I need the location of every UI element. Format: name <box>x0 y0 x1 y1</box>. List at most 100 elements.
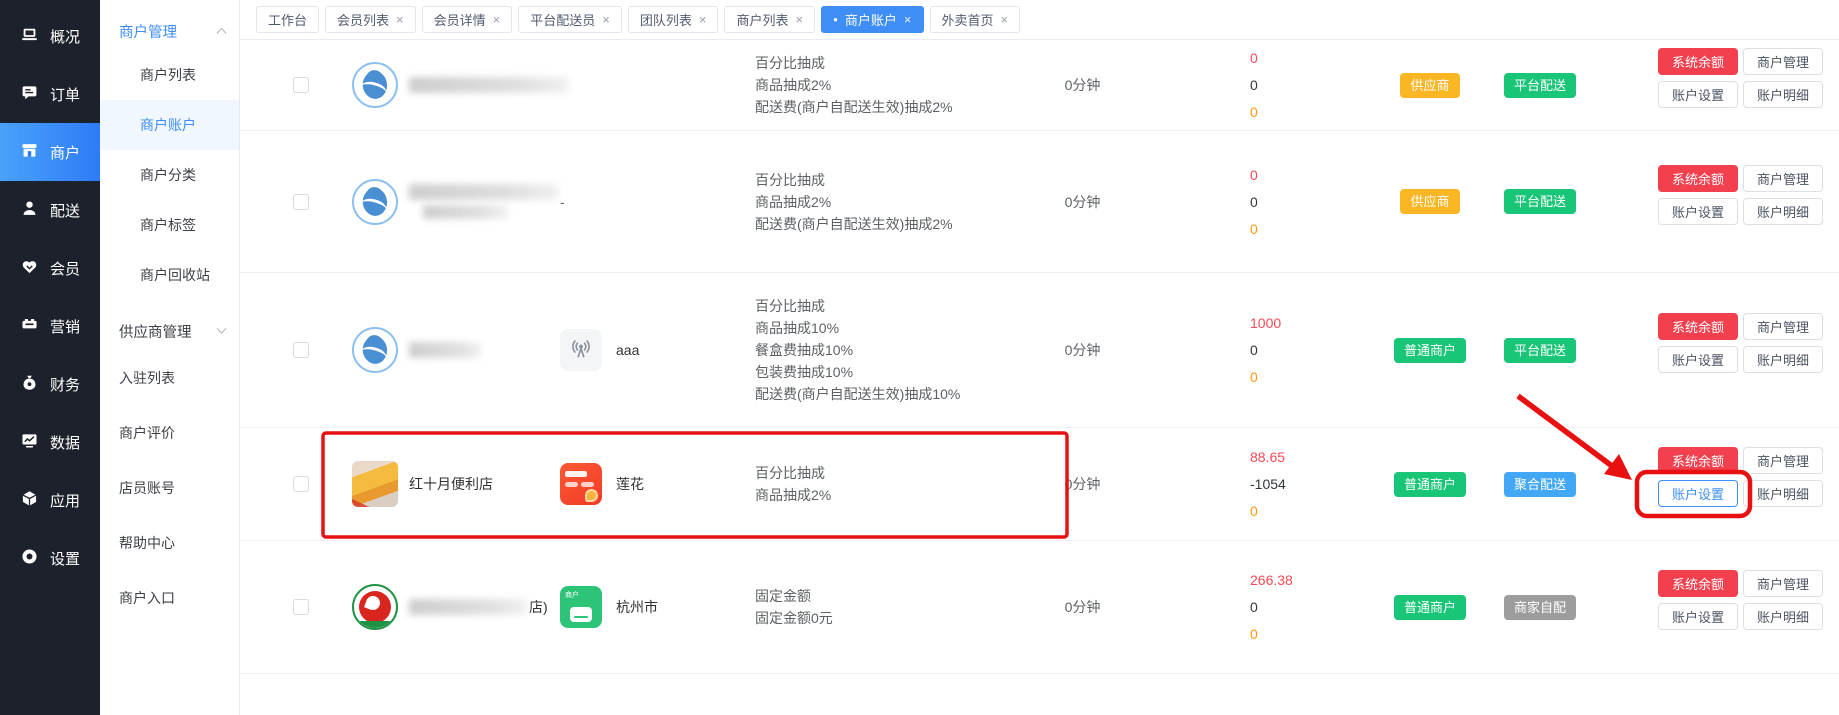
close-icon[interactable]: × <box>396 13 404 26</box>
submenu-item-label: 商户标签 <box>140 217 196 233</box>
account-detail-button[interactable]: 账户明细 <box>1743 81 1823 108</box>
merchant-manage-button[interactable]: 商户管理 <box>1743 48 1823 75</box>
sidebar-item-label: 设置 <box>50 550 81 568</box>
blurred-merchant-name <box>409 184 559 219</box>
tab-merchant-list[interactable]: 商户列表 × <box>724 6 816 33</box>
merchant-manage-button[interactable]: 商户管理 <box>1743 447 1823 474</box>
sidebar-item-marketing[interactable]: 营销 <box>0 297 100 355</box>
submenu-item-merchant-list[interactable]: 商户列表 <box>100 50 239 100</box>
row-checkbox[interactable] <box>293 193 309 210</box>
sidebar-item-label: 概况 <box>50 28 81 46</box>
system-balance-button[interactable]: 系统余额 <box>1658 48 1738 75</box>
row-checkbox[interactable] <box>293 476 309 492</box>
sidebar-item-data[interactable]: 数据 <box>0 413 100 471</box>
sidebar-item-merchant[interactable]: 商户 <box>0 123 100 181</box>
account-detail-button[interactable]: 账户明细 <box>1743 603 1823 630</box>
account-settings-button[interactable]: 账户设置 <box>1658 81 1738 108</box>
merchant-avatar <box>352 584 398 630</box>
sidebar-item-orders[interactable]: 订单 <box>0 65 100 123</box>
submenu-group-supplier[interactable]: 供应商管理 <box>100 300 239 350</box>
system-balance-button[interactable]: 系统余额 <box>1658 447 1738 474</box>
system-balance-button[interactable]: 系统余额 <box>1658 164 1738 192</box>
sidebar-item-apps[interactable]: 应用 <box>0 471 100 529</box>
merchant-type-badge: 普通商户 <box>1393 471 1466 497</box>
close-icon[interactable]: × <box>1001 13 1009 26</box>
account-detail-button[interactable]: 账户明细 <box>1743 346 1823 373</box>
row-checkbox[interactable] <box>293 77 309 93</box>
storefront-icon <box>21 142 38 163</box>
person-icon <box>21 200 38 221</box>
close-icon[interactable]: × <box>795 13 803 26</box>
balance-red: 1000 <box>1250 315 1282 331</box>
submenu-item-clerk-account[interactable]: 店员账号 <box>100 460 239 515</box>
commission-line: 固定金额0元 <box>755 610 833 626</box>
tab-member-list[interactable]: 会员列表 × <box>325 6 416 33</box>
merchant-manage-button[interactable]: 商户管理 <box>1743 164 1823 192</box>
sidebar-item-overview[interactable]: 概况 <box>0 7 100 65</box>
submenu-item-merchant-account[interactable]: 商户账户 <box>100 100 239 150</box>
merchant-type-badge: 普通商户 <box>1393 337 1466 363</box>
balance-dark: 0 <box>1250 77 1258 93</box>
close-icon[interactable]: × <box>904 13 912 26</box>
commission-line: 商品抽成2% <box>755 193 832 210</box>
account-detail-button[interactable]: 账户明细 <box>1743 480 1823 507</box>
submenu-item-label: 商户评价 <box>119 424 175 441</box>
delivery-type-badge: 平台配送 <box>1503 72 1576 98</box>
heart-badge-icon <box>21 258 38 279</box>
submenu-item-help-center[interactable]: 帮助中心 <box>100 515 239 570</box>
submenu-item-merchant-entry[interactable]: 商户入口 <box>100 570 239 625</box>
submenu-item-merchant-tag[interactable]: 商户标签 <box>100 200 239 250</box>
tab-platform-courier[interactable]: 平台配送员 × <box>518 6 622 33</box>
balance-cell: 88.65 -1054 0 <box>1165 449 1370 519</box>
merchant-avatar <box>352 327 398 373</box>
system-balance-button[interactable]: 系统余额 <box>1658 313 1738 340</box>
merchant-avatar <box>352 461 398 507</box>
balance-cell: 0 0 0 <box>1165 167 1370 237</box>
account-settings-button[interactable]: 账户设置 <box>1658 346 1738 373</box>
account-settings-button[interactable]: 账户设置 <box>1658 603 1738 630</box>
sidebar-item-delivery[interactable]: 配送 <box>0 181 100 239</box>
delivery-type-badge: 聚合配送 <box>1503 471 1576 497</box>
tab-label: 会员列表 <box>337 13 390 28</box>
sidebar-item-label: 订单 <box>50 86 81 104</box>
system-balance-button[interactable]: 系统余额 <box>1658 570 1738 597</box>
row-checkbox[interactable] <box>293 599 309 615</box>
merchant-manage-button[interactable]: 商户管理 <box>1743 570 1823 597</box>
store-app-logo: 商户 <box>560 586 602 628</box>
balance-red: 0 <box>1250 50 1258 66</box>
submenu-item-merchant-recycle[interactable]: 商户回收站 <box>100 250 239 300</box>
prep-time: 0分钟 <box>1064 77 1101 93</box>
sidebar-item-settings[interactable]: 设置 <box>0 529 100 587</box>
sidebar-item-label: 会员 <box>50 260 81 278</box>
account-settings-button[interactable]: 账户设置 <box>1658 197 1738 225</box>
submenu-group-merchant[interactable]: 商户管理 <box>100 0 239 50</box>
tab-takeout-home[interactable]: 外卖首页 × <box>929 6 1021 33</box>
tab-team-list[interactable]: 团队列表 × <box>627 6 719 33</box>
close-icon[interactable]: × <box>699 13 707 26</box>
table-row-partial: 916.03 <box>240 674 1839 715</box>
account-detail-button[interactable]: 账户明细 <box>1743 197 1823 225</box>
tab-member-detail[interactable]: 会员详情 × <box>421 6 513 33</box>
sidebar-item-finance[interactable]: 财务 <box>0 355 100 413</box>
close-icon[interactable]: × <box>602 13 610 26</box>
store-app-logo <box>560 463 602 505</box>
submenu-item-label: 商户列表 <box>140 67 196 83</box>
row-checkbox[interactable] <box>293 342 309 358</box>
merchant-manage-button[interactable]: 商户管理 <box>1743 313 1823 340</box>
balance-dark: 0 <box>1250 599 1258 615</box>
sidebar-item-member[interactable]: 会员 <box>0 239 100 297</box>
submenu-item-merchant-review[interactable]: 商户评价 <box>100 405 239 460</box>
balance-orange: 0 <box>1250 503 1258 519</box>
city-placeholder: - <box>560 193 565 210</box>
tab-workbench[interactable]: 工作台 <box>256 6 320 33</box>
account-settings-button-highlighted[interactable]: 账户设置 <box>1658 480 1738 507</box>
submenu-item-settle-list[interactable]: 入驻列表 <box>100 350 239 405</box>
close-icon[interactable]: × <box>493 13 501 26</box>
prep-time: 0分钟 <box>1064 476 1101 492</box>
submenu-item-label: 商户分类 <box>140 167 196 183</box>
commission-line: 包装费抽成10% <box>755 364 854 380</box>
balance-dark: 0 <box>1250 342 1258 358</box>
tab-merchant-account[interactable]: ● 商户账户 × <box>821 6 924 33</box>
submenu-item-merchant-category[interactable]: 商户分类 <box>100 150 239 200</box>
chevron-down-icon <box>216 323 227 334</box>
